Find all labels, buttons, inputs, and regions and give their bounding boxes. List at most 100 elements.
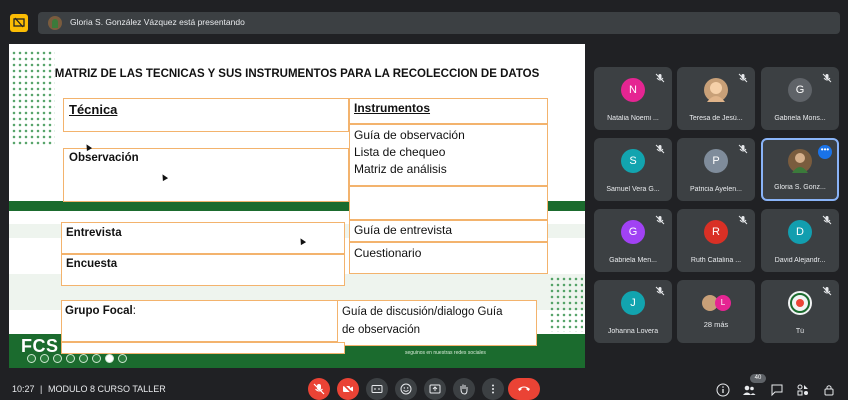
more-options-button[interactable]: ••• [818,145,832,159]
header-tecnica: Técnica [69,102,118,117]
participant-avatar: G [621,220,645,244]
presenter-banner: Gloria S. González Vázquez está presenta… [38,12,840,34]
camera-toggle-button[interactable] [337,378,359,400]
mic-toggle-button[interactable] [308,378,330,400]
participant-tile[interactable]: N Natalia Noemi ... [594,67,672,130]
slide-view-icon[interactable] [66,354,75,363]
participant-name: Teresa de Jesú... [689,115,743,122]
slide-cc-icon[interactable] [105,354,114,363]
slide-more-icon[interactable] [118,354,127,363]
more-vert-icon [492,384,494,394]
top-bar: Gloria S. González Vázquez está presenta… [8,12,840,34]
grupo-focal-colon: : [132,305,136,317]
instrumento-matriz-analisis: Matriz de análisis [354,162,447,176]
participant-tile[interactable]: D David Alejandr... [761,209,839,272]
participant-avatar: R [704,220,728,244]
meeting-title: MODULO 8 CURSO TALLER [48,384,166,394]
slide-subtitles-icon[interactable] [92,354,101,363]
slide-next-icon[interactable] [40,354,49,363]
logo-photo-icon [790,293,810,313]
mic-off-icon [655,73,665,83]
participant-tile[interactable]: Teresa de Jesú... [677,67,755,130]
mic-off-icon [822,286,832,296]
participant-tile[interactable]: R Ruth Catalina ... [677,209,755,272]
cell-empty-instrumentos [349,186,548,220]
tecnica-entrevista: Entrevista [66,227,122,239]
participant-tile[interactable]: S Samuel Vera G... [594,138,672,201]
decorative-dots-bottom-right [549,276,583,332]
slide-footer-text: seguinos en nuestras redes sociales [405,350,486,356]
participant-avatar: J [621,291,645,315]
slide-zoom-icon[interactable] [79,354,88,363]
activities-icon[interactable] [796,383,810,397]
mic-off-icon [655,215,665,225]
self-avatar [788,291,812,315]
captions-icon [371,385,383,393]
raise-hand-button[interactable] [453,378,475,400]
instrumento-cuestionario: Cuestionario [354,246,422,260]
instrumento-lista-chequeo: Lista de chequeo [354,145,446,159]
fcs-logo: FCS [21,336,59,356]
header-instrumentos: Instrumentos [354,101,431,115]
person-photo-icon [707,82,725,102]
cell-grupo-focal-extra [61,342,345,354]
slide-title: MATRIZ DE LAS TECNICAS Y SUS INSTRUMENTO… [54,68,540,80]
mic-off-icon [313,383,325,395]
participant-tile[interactable]: P Patricia Ayelen... [677,138,755,201]
present-screen-button[interactable] [424,378,446,400]
chat-icon[interactable] [770,383,784,397]
info-icon[interactable] [716,383,730,397]
mic-off-icon [738,144,748,154]
participant-tile[interactable]: G Gabriela Men... [594,209,672,272]
instrumento-guia-observacion: Guía de observación [354,128,465,142]
tecnica-observacion: Observación [69,152,139,164]
participant-count-badge: 40 [750,374,766,383]
slide-pen-icon[interactable] [53,354,62,363]
participant-name: Gabriela Mons... [774,115,826,122]
self-name: Tú [795,328,805,335]
participant-name: Patricia Ayelen... [689,186,742,193]
participant-name: David Alejandr... [774,257,826,264]
participant-tile[interactable]: J Johanna Lovera [594,280,672,343]
participant-tile-speaking[interactable]: ••• Gloria S. Gonz... [761,138,839,201]
participant-avatar: D [788,220,812,244]
participant-name: Samuel Vera G... [606,186,660,193]
grupo-focal-label: Grupo Focal [65,305,133,317]
mic-off-icon [822,215,832,225]
emoji-button[interactable] [395,378,417,400]
presentation-icon[interactable] [10,14,28,32]
present-screen-icon [429,384,441,394]
participant-photo [704,78,728,102]
hang-up-icon [518,386,530,391]
participant-avatar: P [704,149,728,173]
separator: | [40,384,43,394]
people-icon[interactable] [742,383,756,397]
host-controls-icon[interactable] [822,383,836,397]
participant-avatar: N [621,78,645,102]
presenter-text: Gloria S. González Vázquez está presenta… [70,17,245,27]
captions-button[interactable] [366,378,388,400]
more-options-button[interactable] [482,378,504,400]
mic-off-icon [822,73,832,83]
leave-call-button[interactable] [508,378,540,400]
decorative-dots-top-left [11,50,55,146]
raise-hand-icon [460,384,468,395]
more-participants-tile[interactable]: L 28 más [677,280,755,343]
camera-off-icon [342,383,354,395]
participant-avatar: S [621,149,645,173]
mic-off-icon [738,73,748,83]
shared-slide: MATRIZ DE LAS TECNICAS Y SUS INSTRUMENTO… [9,44,585,368]
instrumento-guia-discusion: Guía de discusión/dialogo Guía [342,306,503,318]
mic-off-icon [655,286,665,296]
person-photo-icon [792,153,808,173]
self-tile[interactable]: Tú [761,280,839,343]
slide-prev-icon[interactable] [27,354,36,363]
meet-window: Gloria S. González Vázquez está presenta… [0,0,848,400]
mic-off-icon [655,144,665,154]
instrumento-guia-entrevista: Guía de entrevista [354,223,453,237]
participant-tile[interactable]: G Gabriela Mons... [761,67,839,130]
mic-off-icon [738,215,748,225]
participant-avatar: G [788,78,812,102]
emoji-icon [400,383,412,395]
participant-name: Johanna Lovera [607,328,659,335]
